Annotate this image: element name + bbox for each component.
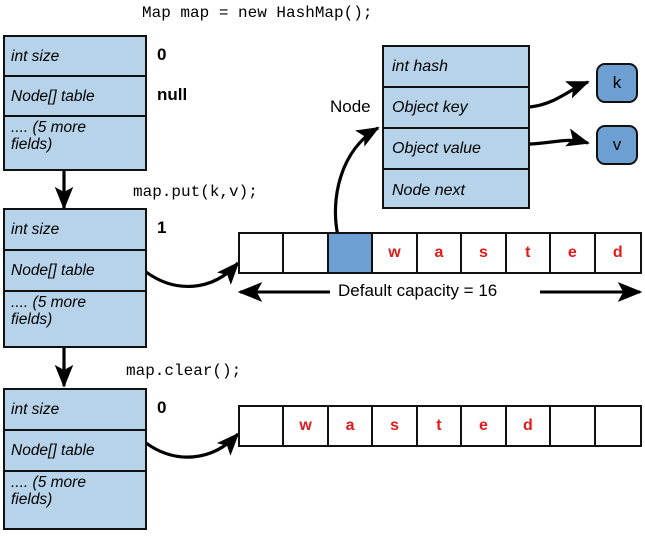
- node-field-hash-label: int hash: [392, 57, 449, 75]
- field-row-table: Node[] table: [5, 77, 145, 117]
- field-row-size: int size: [5, 210, 145, 251]
- node-field-next: Node next: [384, 170, 528, 211]
- diagram-canvas: Map map = new HashMap(); int size Node[]…: [0, 0, 645, 537]
- bucket-after-put-cell-8: d: [595, 234, 640, 272]
- node-caption: Node: [330, 97, 371, 116]
- bucket-after-clear-cell-5: e: [462, 407, 507, 445]
- node-field-hash: int hash: [384, 47, 528, 88]
- table-array-after-put: wasted: [238, 232, 642, 274]
- node-field-next-label: Node next: [392, 181, 465, 199]
- arrow-value-to-v: [529, 128, 590, 147]
- bucket-after-clear-cell-4: t: [417, 407, 463, 445]
- title-code-label: Map map = new HashMap();: [142, 4, 373, 22]
- field-label-more-line2: fields): [11, 135, 53, 153]
- bucket-after-clear-cell-1: w: [284, 407, 329, 445]
- field-row-table: Node[] table: [5, 431, 145, 472]
- capacity-caption: Default capacity = 16: [333, 281, 503, 301]
- field-label-table: Node[] table: [11, 87, 95, 105]
- field-label-more-line1: .... (5 more: [11, 474, 86, 491]
- field-row-more: .... (5 more fields): [5, 472, 145, 528]
- table-array-after-clear: wasted: [238, 405, 642, 447]
- node-field-value: Object value: [384, 129, 528, 170]
- bucket-after-clear-cell-6: d: [506, 407, 552, 445]
- bucket-after-put-cell-0: [240, 234, 285, 272]
- bucket-after-put-cell-4: a: [417, 234, 463, 272]
- node-field-key-label: Object key: [392, 98, 468, 116]
- bucket-after-put-cell-1: [284, 234, 329, 272]
- arrow-bucket-to-node: [333, 126, 380, 237]
- bucket-after-put-cell-5: s: [462, 234, 507, 272]
- value-object-label: v: [612, 135, 622, 154]
- field-row-more: .... (5 more fields): [5, 292, 145, 346]
- arrow-table-to-array-put: [145, 261, 240, 289]
- field-row-size: int size: [5, 390, 145, 431]
- arrow-table-to-array-clear: [145, 432, 240, 459]
- node-field-key: Object key: [384, 88, 528, 129]
- field-row-more: .... (5 more fields): [5, 117, 145, 169]
- hashmap-struct-after-clear: int size Node[] table .... (5 more field…: [3, 388, 147, 530]
- bucket-after-put-cell-2: [328, 234, 374, 272]
- bucket-after-clear-cell-8: [595, 407, 640, 445]
- field-label-size: int size: [11, 401, 60, 419]
- field-label-table: Node[] table: [11, 442, 95, 460]
- size-value-after-clear: 0: [157, 398, 167, 417]
- arrow-key-to-k: [529, 80, 590, 109]
- bucket-after-clear-cell-0: [240, 407, 285, 445]
- size-value-after-put: 1: [157, 218, 167, 237]
- bucket-after-clear-cell-3: s: [373, 407, 418, 445]
- bucket-after-put-cell-6: t: [506, 234, 552, 272]
- node-field-value-label: Object value: [392, 139, 481, 157]
- field-label-table: Node[] table: [11, 262, 95, 280]
- field-label-more-line1: .... (5 more: [11, 119, 86, 136]
- hashmap-struct-after-construction: int size Node[] table .... (5 more field…: [3, 35, 147, 171]
- bucket-after-clear-cell-2: a: [328, 407, 374, 445]
- size-value-after-construction: 0: [157, 45, 167, 64]
- field-row-table: Node[] table: [5, 251, 145, 292]
- field-label-size: int size: [11, 47, 60, 65]
- field-label-size: int size: [11, 221, 60, 239]
- bucket-after-clear-cell-7: [551, 407, 596, 445]
- key-object-box: k: [596, 63, 638, 103]
- clear-code-label: map.clear();: [126, 362, 242, 380]
- field-label-more-line2: fields): [11, 490, 53, 508]
- hashmap-struct-after-put: int size Node[] table .... (5 more field…: [3, 208, 147, 348]
- field-label-more-line2: fields): [11, 310, 53, 328]
- field-label-more-line1: .... (5 more: [11, 294, 86, 311]
- put-code-label: map.put(k,v);: [133, 183, 258, 201]
- bucket-after-put-cell-3: w: [373, 234, 418, 272]
- table-value-after-construction: null: [157, 85, 188, 104]
- bucket-after-put-cell-7: e: [551, 234, 596, 272]
- value-object-box: v: [596, 125, 638, 165]
- node-record-box: int hash Object key Object value Node ne…: [382, 45, 530, 209]
- key-object-label: k: [612, 73, 622, 92]
- field-row-size: int size: [5, 37, 145, 77]
